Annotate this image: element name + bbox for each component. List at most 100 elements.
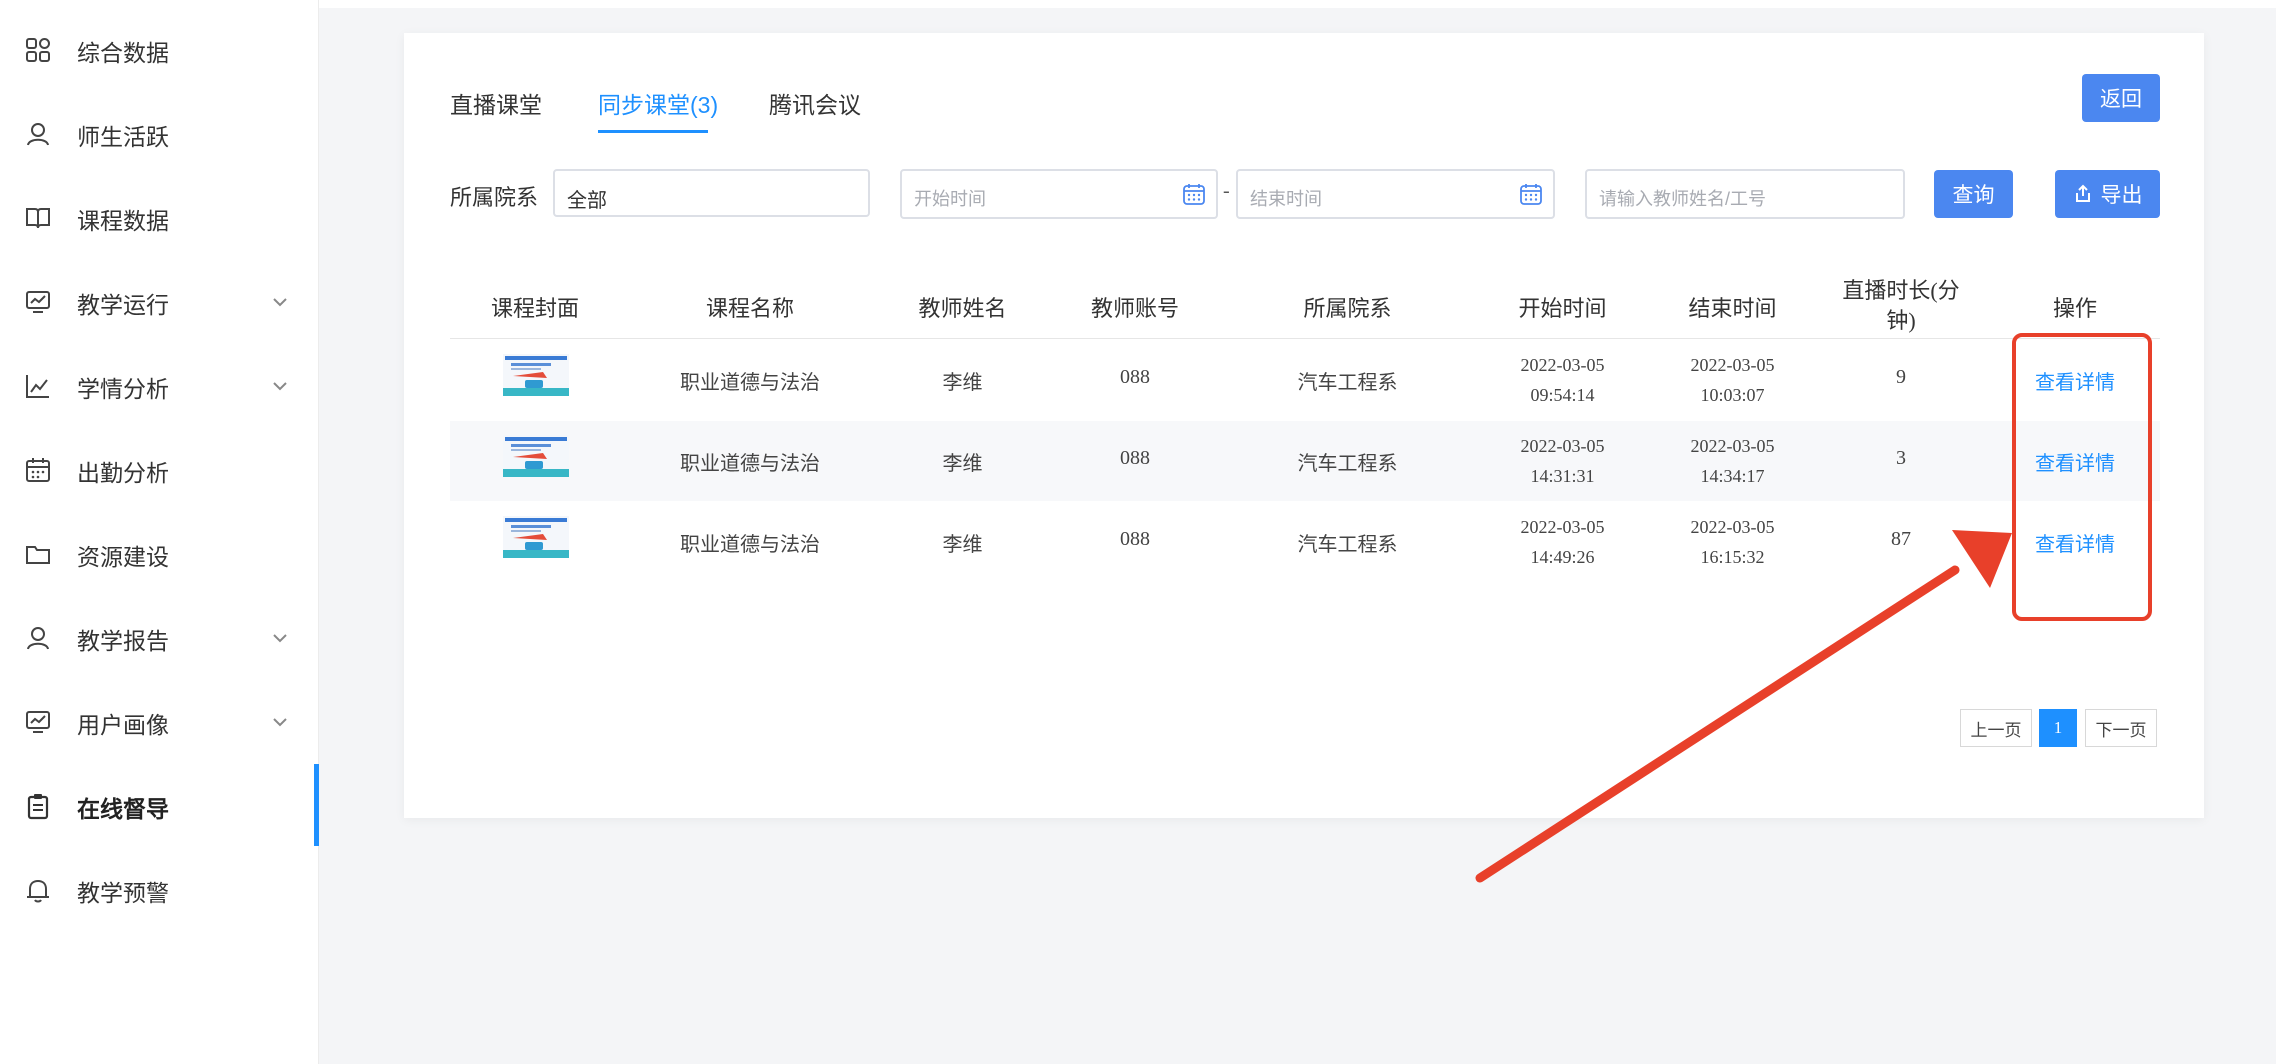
calendar-icon[interactable] bbox=[1519, 182, 1543, 206]
sidebar-item-label: 资源建设 bbox=[77, 544, 169, 570]
end-time-cell: 2022-03-05 10:03:07 bbox=[1670, 350, 1795, 410]
col-header-end-time: 结束时间 bbox=[1688, 296, 1777, 321]
course-name-cell: 职业道德与法治 bbox=[680, 534, 820, 556]
sidebar-item-label: 用户画像 bbox=[77, 712, 169, 738]
col-header-duration: 直播时长(分钟) bbox=[1842, 278, 1960, 333]
sidebar-item[interactable]: 出勤分析 bbox=[0, 442, 318, 498]
start-time-input[interactable]: 开始时间 bbox=[900, 169, 1218, 219]
sidebar-item[interactable]: 教学报告 bbox=[0, 610, 318, 666]
tab-sync-class[interactable]: 同步课堂(3) bbox=[598, 86, 718, 120]
chevron-down-icon[interactable] bbox=[270, 292, 290, 312]
export-label: 导出 bbox=[2100, 184, 2143, 207]
duration-cell: 87 bbox=[1891, 528, 1911, 550]
start-time-cell: 2022-03-05 09:54:14 bbox=[1500, 350, 1625, 410]
col-header-teacher-account: 教师账号 bbox=[1090, 296, 1179, 321]
calendar-icon[interactable] bbox=[1182, 182, 1206, 206]
teacher-name-cell: 李维 bbox=[942, 453, 983, 475]
course-name-cell: 职业道德与法治 bbox=[680, 453, 820, 475]
folder-icon bbox=[24, 540, 52, 568]
sidebar-item-label: 教学运行 bbox=[77, 292, 169, 318]
sidebar-item-label: 教学预警 bbox=[77, 880, 169, 906]
teacher-search-input[interactable]: 请输入教师姓名/工号 bbox=[1585, 169, 1905, 219]
sidebar-item[interactable]: 用户画像 bbox=[0, 694, 318, 750]
back-button[interactable]: 返回 bbox=[2082, 74, 2160, 122]
range-separator: - bbox=[1223, 180, 1230, 202]
active-indicator bbox=[314, 764, 319, 846]
sidebar: 综合数据师生活跃课程数据教学运行学情分析出勤分析资源建设教学报告用户画像在线督导… bbox=[0, 0, 319, 1064]
col-header-action: 操作 bbox=[2052, 296, 2097, 321]
end-time-placeholder: 结束时间 bbox=[1250, 189, 1322, 209]
sidebar-item-label: 学情分析 bbox=[77, 376, 169, 402]
table-header-divider bbox=[450, 338, 2160, 339]
start-clock: 14:31:31 bbox=[1530, 466, 1595, 486]
page-1-button[interactable]: 1 bbox=[2039, 709, 2077, 747]
department-value: 全部 bbox=[567, 190, 607, 212]
monitor-chart-icon bbox=[24, 288, 52, 316]
top-bar bbox=[319, 0, 2276, 8]
chevron-down-icon[interactable] bbox=[270, 628, 290, 648]
chevron-down-icon[interactable] bbox=[270, 376, 290, 396]
next-page-button[interactable]: 下一页 bbox=[2085, 709, 2157, 747]
end-time-cell: 2022-03-05 14:34:17 bbox=[1670, 431, 1795, 491]
sidebar-item[interactable]: 综合数据 bbox=[0, 22, 318, 78]
col-header-cover: 课程封面 bbox=[490, 296, 579, 321]
prev-page-button[interactable]: 上一页 bbox=[1960, 709, 2032, 747]
start-time-placeholder: 开始时间 bbox=[914, 189, 986, 209]
teacher-account-cell: 088 bbox=[1120, 366, 1150, 388]
start-date: 2022-03-05 bbox=[1520, 436, 1605, 456]
duration-cell: 9 bbox=[1896, 366, 1906, 388]
sidebar-item[interactable]: 课程数据 bbox=[0, 190, 318, 246]
user-icon bbox=[24, 120, 52, 148]
grid-icon bbox=[24, 36, 52, 64]
duration-cell: 3 bbox=[1896, 447, 1906, 469]
sidebar-item-label: 出勤分析 bbox=[77, 460, 169, 486]
department-label: 所属院系 bbox=[450, 185, 539, 210]
course-cover-thumbnail bbox=[503, 435, 569, 477]
end-time-input[interactable]: 结束时间 bbox=[1236, 169, 1555, 219]
clipboard-icon bbox=[24, 792, 52, 820]
export-button[interactable]: 导出 bbox=[2055, 170, 2160, 218]
sidebar-item[interactable]: 资源建设 bbox=[0, 526, 318, 582]
end-date: 2022-03-05 bbox=[1690, 355, 1775, 375]
sidebar-item-label: 综合数据 bbox=[77, 40, 169, 66]
sidebar-item[interactable]: 在线督导 bbox=[0, 778, 318, 834]
tab-active-underline bbox=[598, 130, 708, 133]
end-date: 2022-03-05 bbox=[1690, 436, 1775, 456]
teacher-search-placeholder: 请输入教师姓名/工号 bbox=[1599, 189, 1767, 209]
sidebar-item-label: 在线督导 bbox=[77, 796, 169, 822]
sidebar-item-label: 教学报告 bbox=[77, 628, 169, 654]
end-date: 2022-03-05 bbox=[1690, 517, 1775, 537]
bell-icon bbox=[24, 876, 52, 904]
line-chart-icon bbox=[24, 372, 52, 400]
teacher-account-cell: 088 bbox=[1120, 528, 1150, 550]
sidebar-item[interactable]: 教学运行 bbox=[0, 274, 318, 330]
col-header-teacher-name: 教师姓名 bbox=[918, 296, 1007, 321]
chevron-down-icon[interactable] bbox=[270, 712, 290, 732]
course-cover-thumbnail bbox=[503, 354, 569, 396]
department-cell: 汽车工程系 bbox=[1297, 453, 1398, 475]
course-name-cell: 职业道德与法治 bbox=[680, 372, 820, 394]
col-header-department: 所属院系 bbox=[1303, 296, 1392, 321]
end-clock: 14:34:17 bbox=[1700, 466, 1765, 486]
end-clock: 16:15:32 bbox=[1700, 547, 1765, 567]
tab-live-class[interactable]: 直播课堂 bbox=[450, 86, 542, 120]
end-clock: 10:03:07 bbox=[1700, 385, 1765, 405]
sidebar-item[interactable]: 教学预警 bbox=[0, 862, 318, 918]
sidebar-item[interactable]: 学情分析 bbox=[0, 358, 318, 414]
sidebar-item[interactable]: 师生活跃 bbox=[0, 106, 318, 162]
department-select[interactable]: 全部 bbox=[553, 169, 870, 217]
calendar-icon bbox=[24, 456, 52, 484]
query-button[interactable]: 查询 bbox=[1934, 170, 2013, 218]
start-time-cell: 2022-03-05 14:49:26 bbox=[1500, 512, 1625, 572]
department-cell: 汽车工程系 bbox=[1297, 372, 1398, 394]
export-icon bbox=[2073, 184, 2093, 204]
sidebar-item-label: 师生活跃 bbox=[77, 124, 169, 150]
start-time-cell: 2022-03-05 14:31:31 bbox=[1500, 431, 1625, 491]
book-icon bbox=[24, 204, 52, 232]
annotation-highlight-box bbox=[2012, 333, 2152, 621]
teacher-name-cell: 李维 bbox=[942, 372, 983, 394]
col-header-course-name: 课程名称 bbox=[705, 296, 794, 321]
monitor-chart-icon bbox=[24, 708, 52, 736]
start-clock: 14:49:26 bbox=[1530, 547, 1595, 567]
tab-tencent-meeting[interactable]: 腾讯会议 bbox=[769, 86, 861, 120]
